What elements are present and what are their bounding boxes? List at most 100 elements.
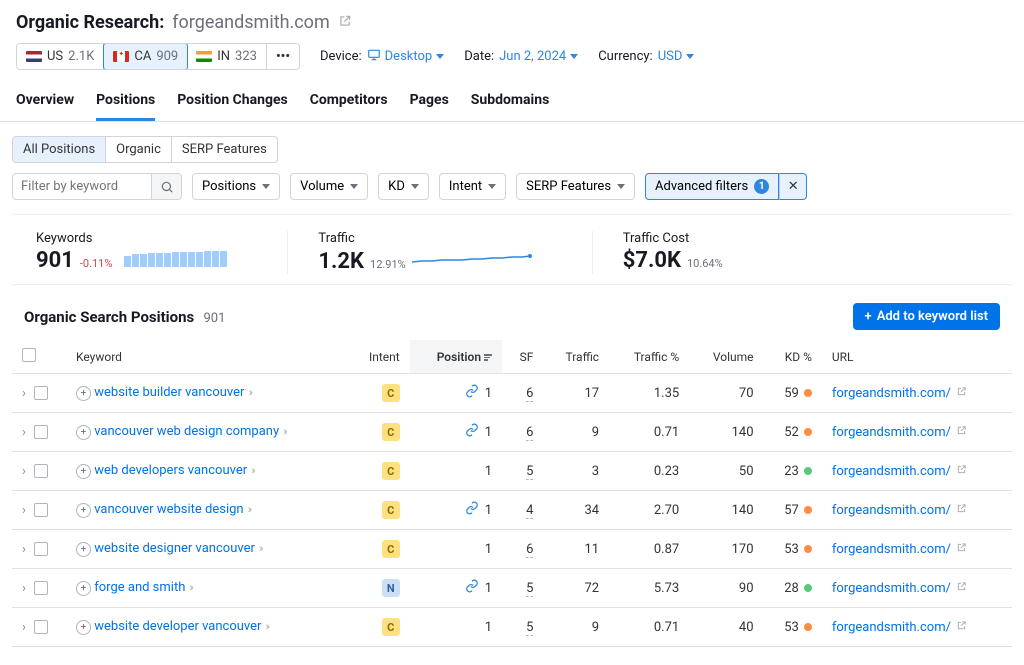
external-link-icon[interactable]	[956, 542, 967, 557]
seg-organic[interactable]: Organic	[106, 137, 172, 162]
external-link-icon[interactable]	[956, 620, 967, 635]
currency-dropdown[interactable]: USD	[658, 49, 695, 64]
sf-value[interactable]: 5	[526, 464, 533, 480]
external-link-icon[interactable]	[956, 386, 967, 401]
intent-badge: C	[382, 618, 400, 636]
traffic-value: 17	[543, 374, 609, 413]
sf-value[interactable]: 5	[526, 620, 533, 636]
external-link-icon[interactable]	[956, 464, 967, 479]
col-traffic-pct[interactable]: Traffic %	[609, 340, 689, 374]
select-all-checkbox[interactable]	[22, 348, 36, 362]
tab-pages[interactable]: Pages	[410, 86, 449, 121]
stat-traffic: Traffic 1.2K 12.91%	[287, 231, 591, 274]
country-pill-ca[interactable]: CA 909	[103, 43, 188, 70]
volume-filter-dropdown[interactable]: Volume	[290, 173, 368, 200]
row-checkbox[interactable]	[34, 503, 48, 517]
seg-serp-features[interactable]: SERP Features	[172, 137, 277, 162]
url-link[interactable]: forgeandsmith.com/	[832, 425, 951, 440]
serp-features-filter-dropdown[interactable]: SERP Features	[516, 173, 635, 200]
external-link-icon[interactable]	[956, 581, 967, 596]
add-keyword-button[interactable]: +	[76, 425, 91, 440]
col-url[interactable]: URL	[822, 340, 1012, 374]
row-checkbox[interactable]	[34, 620, 48, 634]
country-pill-us[interactable]: US 2.1K	[17, 44, 104, 69]
expand-row-icon[interactable]: ›	[22, 503, 26, 518]
url-link[interactable]: forgeandsmith.com/	[832, 542, 951, 557]
add-to-keyword-list-button[interactable]: + Add to keyword list	[853, 303, 1000, 330]
col-position[interactable]: Position	[410, 340, 502, 374]
tab-competitors[interactable]: Competitors	[310, 86, 388, 121]
double-chevron-icon: ››	[251, 464, 254, 477]
add-keyword-button[interactable]: +	[76, 464, 91, 479]
keyword-search-input[interactable]	[12, 173, 152, 200]
sf-value[interactable]: 6	[526, 542, 533, 558]
row-checkbox[interactable]	[34, 542, 48, 556]
keyword-link[interactable]: website designer vancouver	[94, 541, 255, 556]
expand-row-icon[interactable]: ›	[22, 620, 26, 635]
external-link-icon[interactable]	[338, 14, 352, 32]
intent-filter-dropdown[interactable]: Intent	[439, 173, 506, 200]
expand-row-icon[interactable]: ›	[22, 464, 26, 479]
row-checkbox[interactable]	[34, 386, 48, 400]
advanced-filters-button[interactable]: Advanced filters 1	[645, 173, 779, 200]
row-checkbox[interactable]	[34, 464, 48, 478]
volume-value: 50	[689, 452, 763, 491]
table-row: ›+ website developer vancouver››C1590.71…	[12, 608, 1012, 647]
row-checkbox[interactable]	[34, 581, 48, 595]
serp-feature-link-icon	[465, 384, 479, 402]
expand-row-icon[interactable]: ›	[22, 425, 26, 440]
url-link[interactable]: forgeandsmith.com/	[832, 503, 951, 518]
advanced-filters-clear-button[interactable]: ✕	[779, 173, 807, 200]
country-pill-in[interactable]: IN 323	[187, 44, 267, 69]
add-keyword-button[interactable]: +	[76, 620, 91, 635]
external-link-icon[interactable]	[956, 425, 967, 440]
url-link[interactable]: forgeandsmith.com/	[832, 620, 951, 635]
col-sf[interactable]: SF	[502, 340, 543, 374]
expand-row-icon[interactable]: ›	[22, 386, 26, 401]
url-link[interactable]: forgeandsmith.com/	[832, 581, 951, 596]
date-dropdown[interactable]: Jun 2, 2024	[499, 49, 578, 64]
keyword-link[interactable]: website builder vancouver	[94, 385, 244, 400]
keyword-link[interactable]: vancouver website design	[94, 502, 243, 517]
stat-keywords: Keywords 901 -0.11%	[36, 231, 287, 274]
keyword-search-button[interactable]	[152, 173, 182, 200]
external-link-icon[interactable]	[956, 503, 967, 518]
col-volume[interactable]: Volume	[689, 340, 763, 374]
col-keyword[interactable]: Keyword	[66, 340, 348, 374]
url-link[interactable]: forgeandsmith.com/	[832, 464, 951, 479]
seg-all-positions[interactable]: All Positions	[13, 137, 106, 162]
add-keyword-button[interactable]: +	[76, 386, 91, 401]
keyword-link[interactable]: website developer vancouver	[94, 619, 261, 634]
country-more-button[interactable]: •••	[267, 44, 299, 69]
sf-value[interactable]: 4	[526, 503, 533, 519]
add-keyword-button[interactable]: +	[76, 503, 91, 518]
col-kd[interactable]: KD %	[764, 340, 822, 374]
tab-subdomains[interactable]: Subdomains	[471, 86, 549, 121]
device-dropdown[interactable]: Desktop	[367, 48, 445, 66]
table-count: 901	[203, 311, 225, 326]
add-keyword-button[interactable]: +	[76, 542, 91, 557]
subfilter-area: All Positions Organic SERP Features Posi…	[0, 122, 1024, 214]
url-link[interactable]: forgeandsmith.com/	[832, 386, 951, 401]
page-title-domain[interactable]: forgeandsmith.com	[172, 12, 329, 33]
expand-row-icon[interactable]: ›	[22, 581, 26, 596]
kd-filter-dropdown[interactable]: KD	[378, 173, 429, 200]
sf-value[interactable]: 6	[526, 386, 533, 402]
col-traffic[interactable]: Traffic	[543, 340, 609, 374]
tab-position-changes[interactable]: Position Changes	[177, 86, 288, 121]
intent-badge: N	[382, 579, 400, 597]
keyword-link[interactable]: forge and smith	[94, 580, 185, 595]
sf-value[interactable]: 5	[526, 581, 533, 597]
keyword-link[interactable]: web developers vancouver	[94, 463, 247, 478]
row-checkbox[interactable]	[34, 425, 48, 439]
desktop-icon	[367, 48, 381, 66]
col-intent[interactable]: Intent	[348, 340, 410, 374]
currency-filter: Currency: USD	[598, 49, 694, 64]
positions-filter-dropdown[interactable]: Positions	[192, 173, 280, 200]
keyword-link[interactable]: vancouver web design company	[94, 424, 279, 439]
tab-positions[interactable]: Positions	[96, 86, 155, 121]
nav-tabs: Overview Positions Position Changes Comp…	[0, 80, 1024, 122]
sf-value[interactable]: 6	[526, 425, 533, 441]
expand-row-icon[interactable]: ›	[22, 542, 26, 557]
tab-overview[interactable]: Overview	[16, 86, 74, 121]
